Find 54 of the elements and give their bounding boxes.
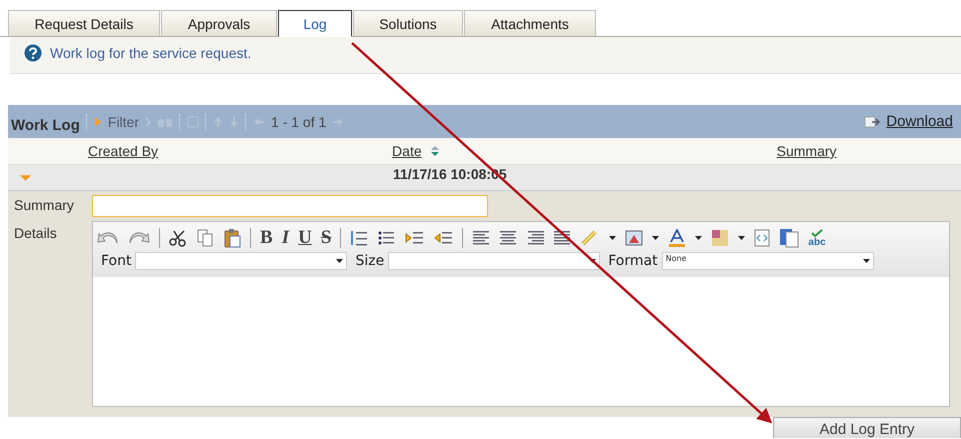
background-color-icon[interactable] (711, 229, 730, 247)
field-label: Format (608, 253, 658, 269)
add-log-entry-button[interactable]: Add Log Entry (773, 417, 961, 438)
underline-button[interactable]: U (298, 228, 312, 248)
source-icon[interactable] (754, 229, 770, 247)
align-right-icon[interactable] (526, 229, 544, 247)
bullet-list-icon[interactable] (377, 229, 396, 247)
caret-icon (336, 259, 344, 263)
caret-icon (589, 259, 596, 263)
help-icon (24, 44, 42, 62)
check-icon (811, 228, 824, 236)
summary-input[interactable] (92, 195, 488, 217)
caret-icon (609, 236, 616, 240)
align-left-icon[interactable] (472, 229, 490, 247)
info-text: Work log for the service request. (50, 45, 252, 61)
spellcheck-label: abc (808, 236, 826, 248)
caret-icon (862, 259, 870, 263)
bold-button[interactable]: B (260, 228, 273, 248)
align-center-icon[interactable] (499, 229, 518, 247)
caret-icon (695, 236, 702, 240)
tab[interactable]: Approvals (161, 10, 277, 36)
download-link[interactable]: Download (886, 113, 953, 130)
tab[interactable]: Solutions (353, 10, 463, 36)
tab[interactable]: Log (278, 10, 352, 37)
field-label: Size (355, 253, 384, 269)
strike-button[interactable]: S (320, 228, 332, 248)
justify-icon[interactable] (553, 229, 572, 247)
image-icon[interactable] (625, 229, 644, 247)
column-header[interactable]: Date (392, 143, 422, 159)
clipboard-icon[interactable] (223, 228, 241, 248)
rich-text-editor[interactable]: B I U S abc Font Size Format None (92, 221, 950, 407)
sort-icon[interactable] (430, 145, 440, 157)
format-dropdown[interactable]: None (662, 252, 874, 270)
copy-icon[interactable] (196, 229, 214, 247)
play-icon (94, 116, 102, 128)
tab[interactable]: Attachments (464, 10, 596, 36)
pager-text: 1 - 1 of 1 (271, 114, 326, 130)
field-label: Font (101, 253, 132, 269)
column-header[interactable]: Created By (88, 143, 158, 159)
italic-button[interactable]: I (282, 228, 290, 248)
tab[interactable]: Request Details (8, 10, 160, 36)
scissors-icon[interactable] (169, 229, 187, 247)
field-label: Details (14, 225, 57, 241)
export-icon (864, 114, 880, 128)
column-header[interactable]: Summary (776, 143, 837, 159)
panel-title: Work Log (11, 117, 80, 134)
caret-icon (652, 236, 660, 240)
caret-icon (738, 236, 746, 240)
field-label: Summary (14, 197, 74, 213)
text-color-icon[interactable] (668, 229, 686, 247)
paste-word-icon[interactable] (779, 228, 800, 248)
spellcheck-button[interactable]: abc (808, 228, 826, 248)
expanded-triangle-icon[interactable] (20, 174, 31, 182)
numbered-list-icon[interactable] (350, 229, 368, 247)
